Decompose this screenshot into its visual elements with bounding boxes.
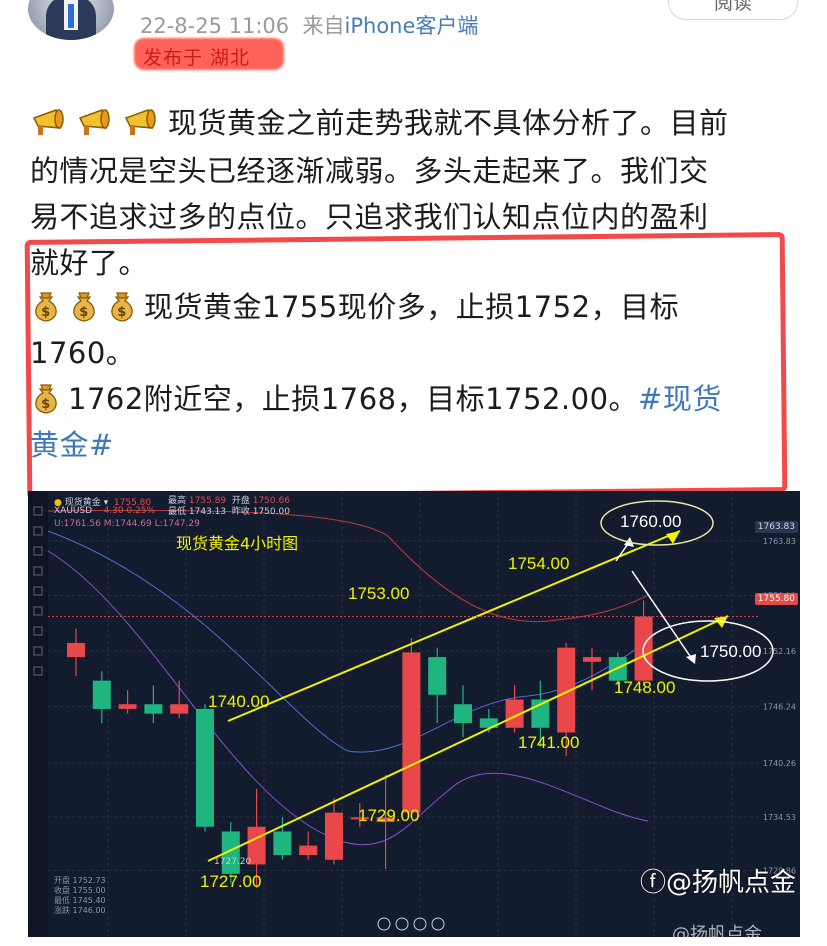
zoom-control — [431, 917, 445, 931]
post-line-3: 易不追求过多的点位。只追求我们认知点位内的盈利 — [30, 200, 709, 234]
svg-text:$: $ — [117, 305, 127, 320]
svg-text:$: $ — [79, 305, 89, 320]
annotation-label: 1740.00 — [208, 692, 269, 711]
candle-body — [402, 652, 421, 813]
candle-body — [583, 657, 601, 662]
zoom-control — [377, 917, 391, 931]
money-bag-icon: $ — [68, 289, 100, 330]
megaphone-icon — [30, 106, 70, 145]
candle-body — [428, 657, 447, 695]
candle-body — [196, 708, 214, 827]
money-bag-icon: $ — [106, 289, 138, 330]
chart-header-row2: XAUUSD 4.30 0.25% — [54, 506, 155, 516]
avatar[interactable] — [28, 0, 114, 40]
chart-change: 4.30 — [103, 506, 124, 516]
support-trendline — [207, 615, 729, 862]
candle-body — [144, 704, 163, 714]
annotation-label: 1748.00 — [614, 678, 675, 697]
post-line-5: $ $ $ 现货黄金1755现价多，止损1752，目标 — [30, 284, 679, 330]
candle-body — [170, 704, 189, 714]
annotation-label: 1741.00 — [518, 733, 579, 752]
post-meta: 22-8-25 11:06 来自iPhone客户端 — [140, 10, 478, 40]
post-line-6: 1760。 — [30, 336, 136, 370]
post-time: 22-8-25 11:06 — [140, 14, 290, 38]
svg-text:$: $ — [41, 397, 51, 412]
candle-body — [454, 704, 472, 724]
weibo-watermark: ⓕ@扬帆点金 — [640, 862, 796, 899]
close-label: 昨收 — [231, 507, 250, 517]
annotation-label: 1729.00 — [358, 806, 419, 825]
low-value: 1743.13 — [188, 507, 227, 517]
candle-body — [67, 642, 85, 658]
hashtag-link-end[interactable]: 黄金# — [30, 422, 114, 464]
resistance-trendline — [227, 530, 681, 722]
post-line-1: 现货黄金之前走势我就不具体分析了。目前 — [30, 100, 729, 145]
candle-body — [325, 812, 343, 860]
post-line-2: 的情况是空头已经逐渐减弱。多头走起来了。我们交 — [30, 154, 709, 188]
candle-body — [299, 845, 318, 856]
ma-values: U:1761.56 M:1744.69 L:1747.29 — [54, 519, 200, 529]
close-value: 1750.00 — [252, 507, 290, 517]
annotation-label: 1727.00 — [200, 872, 261, 891]
post-text: 1762附近空，止损1768，目标1752.00。 — [68, 382, 639, 416]
annotation-label: 1754.00 — [508, 554, 569, 573]
megaphone-icon — [76, 106, 116, 145]
price-tag-top: 1763.83 — [754, 521, 798, 533]
candle-body — [118, 704, 137, 709]
arrowhead — [666, 531, 680, 544]
money-bag-icon: $ — [30, 289, 62, 330]
arrowhead — [686, 654, 696, 664]
watermark-text: @扬帆点金 — [666, 868, 797, 898]
candle-body — [273, 831, 292, 856]
chart-lc-row: 最低 1743.13 昨收 1750.00 — [168, 504, 290, 517]
y-tick-label: 1752.16 — [763, 647, 796, 656]
highlight-box — [24, 232, 788, 500]
low-label: 最低 — [168, 507, 187, 517]
low-price-tag: 1727.20 — [214, 857, 252, 867]
annotation-label: 1753.00 — [348, 584, 409, 603]
chart-code: XAUUSD — [54, 506, 93, 516]
chart-change-pct: 0.25% — [126, 506, 156, 516]
price-tag-current: 1755.80 — [754, 593, 798, 605]
svg-text:$: $ — [41, 305, 51, 320]
megaphone-icon — [122, 106, 162, 145]
hashtag-link[interactable]: #现货 — [638, 382, 722, 416]
y-tick-label: 1734.53 — [763, 813, 796, 822]
post-from: 来自 — [302, 14, 345, 38]
post-source[interactable]: iPhone客户端 — [345, 14, 479, 38]
y-tick-label: 1740.26 — [763, 759, 796, 768]
read-button[interactable]: 阅读 — [668, 0, 798, 20]
annotation-label: 1750.00 — [700, 642, 761, 661]
candle-body — [92, 680, 111, 709]
money-bag-icon: $ — [30, 381, 62, 422]
watermark-small: @扬帆点金 — [672, 924, 762, 945]
post-text: 现货黄金1755现价多，止损1752，目标 — [144, 290, 680, 324]
stat-change: 涨跌 1746.00 — [54, 906, 106, 915]
annotation-label: 1760.00 — [620, 512, 681, 531]
post-text: 现货黄金之前走势我就不具体分析了。目前 — [168, 106, 729, 140]
y-tick-label: 1763.83 — [763, 537, 796, 546]
zoom-control — [395, 917, 409, 931]
post-location: 发布于 湖北 — [143, 47, 251, 69]
post-line-7: $1762附近空，止损1768，目标1752.00。#现货 — [30, 376, 722, 422]
y-tick-label: 1746.24 — [763, 703, 796, 712]
weibo-icon: ⓕ — [640, 868, 667, 898]
chart-title: 现货黄金4小时图 — [176, 534, 299, 553]
chart-toolbar — [28, 491, 48, 937]
